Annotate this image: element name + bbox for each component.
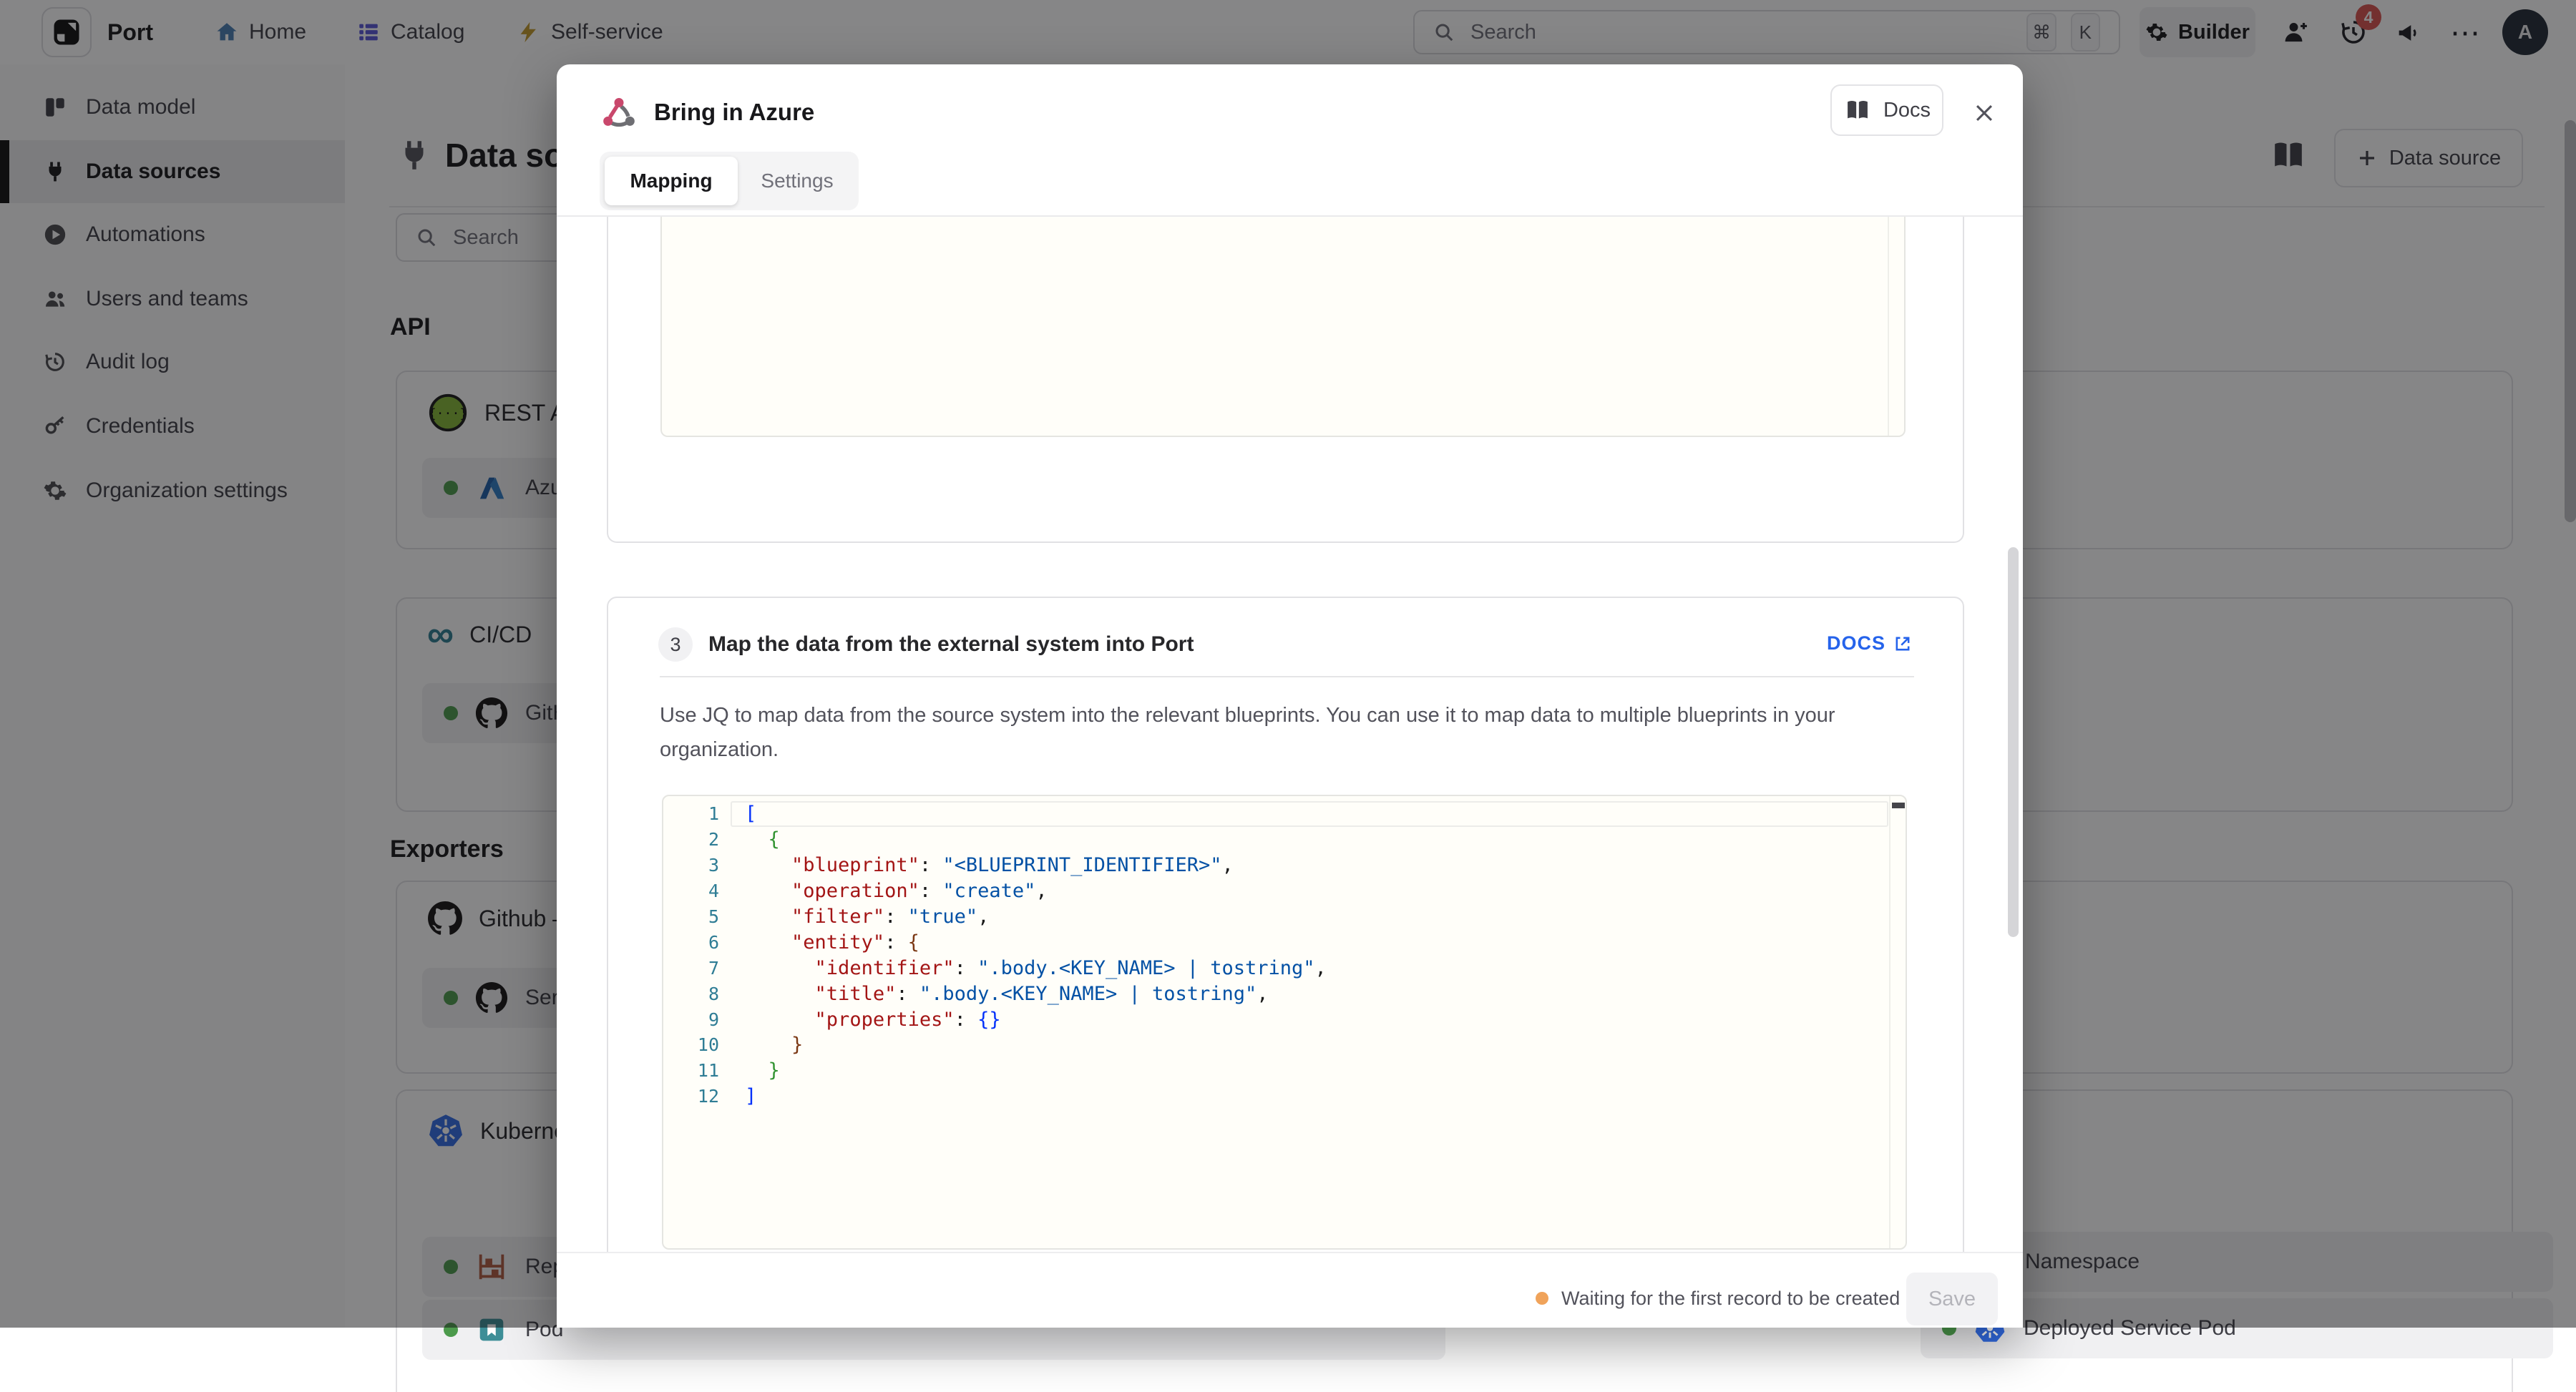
docs-link[interactable]: DOCS [1827,632,1913,655]
tab-settings[interactable]: Settings [741,157,854,205]
close-icon [1972,101,1996,125]
save-button[interactable]: Save [1906,1273,1998,1325]
code-line: 11 } [663,1058,1880,1084]
section-description-line-2: organization. [660,738,779,762]
code-line: 12] [663,1084,1880,1109]
code-line: 5 "filter": "true", [663,904,1880,930]
code-line: 1[ [663,801,1880,827]
mapping-section-card: 3 Map the data from the external system … [607,597,1964,1252]
config-editor-empty[interactable] [660,217,1906,437]
code-line: 2 { [663,827,1880,853]
close-button[interactable] [1968,97,2001,129]
previous-section-card [607,217,1964,543]
webhook-icon [600,93,638,132]
status-text: Waiting for the first record to be creat… [1561,1288,1900,1310]
modal-footer: Waiting for the first record to be creat… [557,1252,2023,1328]
code-line: 3 "blueprint": "<BLUEPRINT_IDENTIFIER>", [663,853,1880,878]
section-description-line-1: Use JQ to map data from the source syste… [660,704,1835,727]
section-header: 3 Map the data from the external system … [658,627,1194,662]
status-dot [1536,1292,1548,1305]
modal-title: Bring in Azure [654,99,814,126]
jq-mapping-editor[interactable]: 1[2 {3 "blueprint": "<BLUEPRINT_IDENTIFI… [662,795,1907,1250]
section-title: Map the data from the external system in… [708,632,1194,657]
docs-button[interactable]: Docs [1830,84,1943,136]
minimap-content-mark [1892,803,1905,808]
tab-mapping[interactable]: Mapping [605,157,738,205]
modal-tabs: Mapping Settings [600,152,859,210]
bring-in-azure-modal: Bring in Azure Docs Mapping Settings 3 M… [557,64,2023,1328]
section-number-badge: 3 [658,627,693,662]
book-icon [1843,98,1872,122]
code-line: 9 "properties": {} [663,1006,1880,1032]
external-link-icon [1893,634,1913,654]
modal-header: Bring in Azure [600,93,814,132]
section-divider [660,676,1914,677]
modal-body: 3 Map the data from the external system … [557,217,2023,1252]
modal-scrollbar[interactable] [2008,547,2019,937]
code-line: 6 "entity": { [663,929,1880,955]
code-line: 7 "identifier": ".body.<KEY_NAME> | tost… [663,955,1880,981]
minimap-divider [1889,796,1890,1248]
code-lines: 1[2 {3 "blueprint": "<BLUEPRINT_IDENTIFI… [663,801,1880,1109]
code-line: 4 "operation": "create", [663,878,1880,904]
code-line: 8 "title": ".body.<KEY_NAME> | tostring"… [663,981,1880,1006]
code-line: 10 } [663,1032,1880,1058]
minimap-divider [1888,217,1889,436]
